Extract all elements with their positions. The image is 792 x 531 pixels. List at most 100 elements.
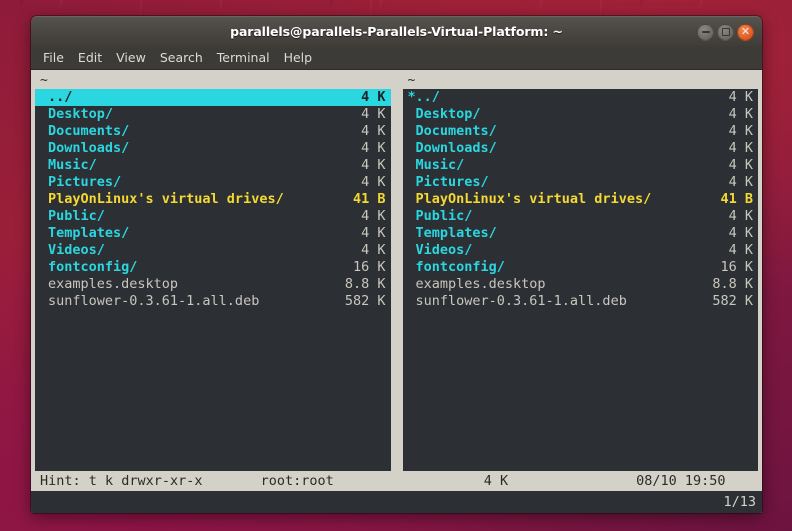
file-row-size: 4 K bbox=[728, 208, 753, 224]
file-row-name: Pictures/ bbox=[415, 174, 489, 190]
file-row-name: Templates/ bbox=[415, 225, 497, 241]
close-icon: ✕ bbox=[740, 25, 751, 38]
file-row-name: examples.desktop bbox=[48, 276, 179, 292]
file-row[interactable]: ../ 4 K bbox=[35, 89, 391, 106]
terminal-content[interactable]: ~ ../4 K Desktop/4 K Documents/4 K Download… bbox=[31, 70, 762, 513]
status-bar: Hint: t k drwxr-xr-x root:root 4 K 08/10… bbox=[35, 471, 758, 491]
file-row-name: Videos/ bbox=[48, 242, 105, 258]
file-row[interactable]: sunflower-0.3.61-1.all.deb 582 K bbox=[35, 293, 391, 310]
file-row[interactable]: Videos/4 K bbox=[403, 242, 759, 259]
file-row[interactable]: Templates/4 K bbox=[35, 225, 391, 242]
file-manager-panes: ~ ../4 K Desktop/4 K Documents/4 K Download… bbox=[35, 73, 758, 471]
file-row-name: ../ bbox=[48, 89, 73, 105]
file-row[interactable]: examples.desktop 8.8 K bbox=[35, 276, 391, 293]
file-row-name: fontconfig/ bbox=[48, 259, 138, 275]
maximize-button[interactable] bbox=[717, 23, 734, 41]
window-controls: ✕ bbox=[697, 17, 754, 47]
maximize-icon bbox=[721, 28, 730, 36]
file-row[interactable]: Pictures/4 K bbox=[35, 174, 391, 191]
file-row[interactable]: Templates/4 K bbox=[403, 225, 759, 242]
file-row[interactable]: Desktop/4 K bbox=[403, 106, 759, 123]
file-row[interactable]: Downloads/4 K bbox=[403, 140, 759, 157]
file-row[interactable]: sunflower-0.3.61-1.all.deb 582 K bbox=[403, 293, 759, 310]
left-pane-path: ~ bbox=[35, 73, 391, 89]
file-row-size: 4 K bbox=[361, 123, 386, 139]
command-line[interactable]: 1/13 bbox=[31, 491, 762, 513]
file-row-name: Pictures/ bbox=[48, 174, 122, 190]
menu-item-help[interactable]: Help bbox=[277, 48, 320, 67]
file-row-name: ../ bbox=[415, 89, 440, 105]
status-size: 4 K bbox=[483, 473, 509, 489]
file-row-size: 4 K bbox=[728, 140, 753, 156]
menu-item-file[interactable]: File bbox=[36, 48, 71, 67]
file-row-size: 4 K bbox=[361, 89, 386, 105]
file-row-name: PlayOnLinux's virtual drives/ bbox=[48, 191, 284, 207]
file-row-size: 16 K bbox=[720, 259, 753, 275]
menu-item-edit[interactable]: Edit bbox=[71, 48, 109, 67]
file-row-size: 8.8 K bbox=[712, 276, 753, 292]
menu-item-terminal[interactable]: Terminal bbox=[210, 48, 277, 67]
file-row-size: 582 K bbox=[712, 293, 753, 309]
file-row-size: 4 K bbox=[728, 174, 753, 190]
file-row[interactable]: Music/4 K bbox=[403, 157, 759, 174]
file-row-name: Templates/ bbox=[48, 225, 130, 241]
file-row-size: 582 K bbox=[344, 293, 386, 309]
file-row[interactable]: Public/4 K bbox=[403, 208, 759, 225]
file-row-size: 41 B bbox=[352, 191, 386, 207]
terminal-window: parallels@parallels-Parallels-Virtual-Pl… bbox=[31, 16, 762, 513]
file-row[interactable]: PlayOnLinux's virtual drives/41 B bbox=[403, 191, 759, 208]
file-row-name: Downloads/ bbox=[48, 140, 130, 156]
window-title: parallels@parallels-Parallels-Virtual-Pl… bbox=[230, 24, 563, 39]
minimize-icon bbox=[701, 31, 710, 33]
file-row[interactable]: Documents/4 K bbox=[35, 123, 391, 140]
file-row-size: 4 K bbox=[361, 208, 386, 224]
file-row[interactable]: Desktop/4 K bbox=[35, 106, 391, 123]
file-row-name: Videos/ bbox=[415, 242, 473, 258]
file-row[interactable]: fontconfig/16 K bbox=[403, 259, 759, 276]
position-indicator: 1/13 bbox=[723, 494, 756, 510]
file-row-size: 4 K bbox=[361, 242, 386, 258]
file-row[interactable]: Public/4 K bbox=[35, 208, 391, 225]
file-row-size: 4 K bbox=[728, 89, 753, 105]
status-timestamp: 08/10 19:50 bbox=[636, 473, 726, 489]
file-row-size: 4 K bbox=[361, 174, 386, 190]
file-row-name: Documents/ bbox=[415, 123, 497, 139]
status-owner: root:root bbox=[260, 473, 334, 489]
file-row[interactable]: Pictures/4 K bbox=[403, 174, 759, 191]
file-row-name: Public/ bbox=[415, 208, 473, 224]
close-button[interactable]: ✕ bbox=[737, 23, 754, 41]
file-row-size: 4 K bbox=[361, 225, 386, 241]
file-row-size: 4 K bbox=[728, 106, 753, 122]
file-row[interactable]: fontconfig/16 K bbox=[35, 259, 391, 276]
file-row[interactable]: PlayOnLinux's virtual drives/41 B bbox=[35, 191, 391, 208]
file-row-name: Downloads/ bbox=[415, 140, 497, 156]
right-pane[interactable]: ~ * ../4 K Desktop/4 K Documents/4 K Downloa… bbox=[402, 73, 759, 471]
right-pane-file-list[interactable]: * ../4 K Desktop/4 K Documents/4 K Downloads… bbox=[402, 89, 759, 471]
file-row-name: Desktop/ bbox=[48, 106, 114, 122]
file-row-name: Music/ bbox=[415, 157, 465, 173]
file-row-size: 4 K bbox=[728, 225, 753, 241]
file-row-name: PlayOnLinux's virtual drives/ bbox=[415, 191, 652, 207]
file-row-size: 4 K bbox=[361, 157, 386, 173]
left-pane-file-list[interactable]: ../4 K Desktop/4 K Documents/4 K Downloads/… bbox=[35, 89, 391, 471]
file-row[interactable]: Videos/4 K bbox=[35, 242, 391, 259]
left-pane[interactable]: ~ ../4 K Desktop/4 K Documents/4 K Download… bbox=[35, 73, 391, 471]
menu-item-view[interactable]: View bbox=[109, 48, 153, 67]
file-row[interactable]: Downloads/4 K bbox=[35, 140, 391, 157]
status-hint: Hint: t k drwxr-xr-x bbox=[40, 473, 203, 489]
file-row-size: 4 K bbox=[728, 242, 753, 258]
file-row-name: Documents/ bbox=[48, 123, 130, 139]
file-row[interactable]: examples.desktop 8.8 K bbox=[403, 276, 759, 293]
file-row-size: 16 K bbox=[352, 259, 386, 275]
menubar: File Edit View Search Terminal Help bbox=[31, 46, 762, 70]
minimize-button[interactable] bbox=[697, 23, 714, 41]
file-row[interactable]: Music/4 K bbox=[35, 157, 391, 174]
right-pane-path: ~ bbox=[402, 73, 758, 89]
file-row-name: Desktop/ bbox=[415, 106, 481, 122]
window-titlebar[interactable]: parallels@parallels-Parallels-Virtual-Pl… bbox=[31, 16, 762, 46]
file-row[interactable]: * ../ 4 K bbox=[403, 89, 759, 106]
file-row[interactable]: Documents/4 K bbox=[403, 123, 759, 140]
file-row-size: 41 B bbox=[720, 191, 753, 207]
menu-item-search[interactable]: Search bbox=[153, 48, 210, 67]
file-row-size: 4 K bbox=[728, 157, 753, 173]
